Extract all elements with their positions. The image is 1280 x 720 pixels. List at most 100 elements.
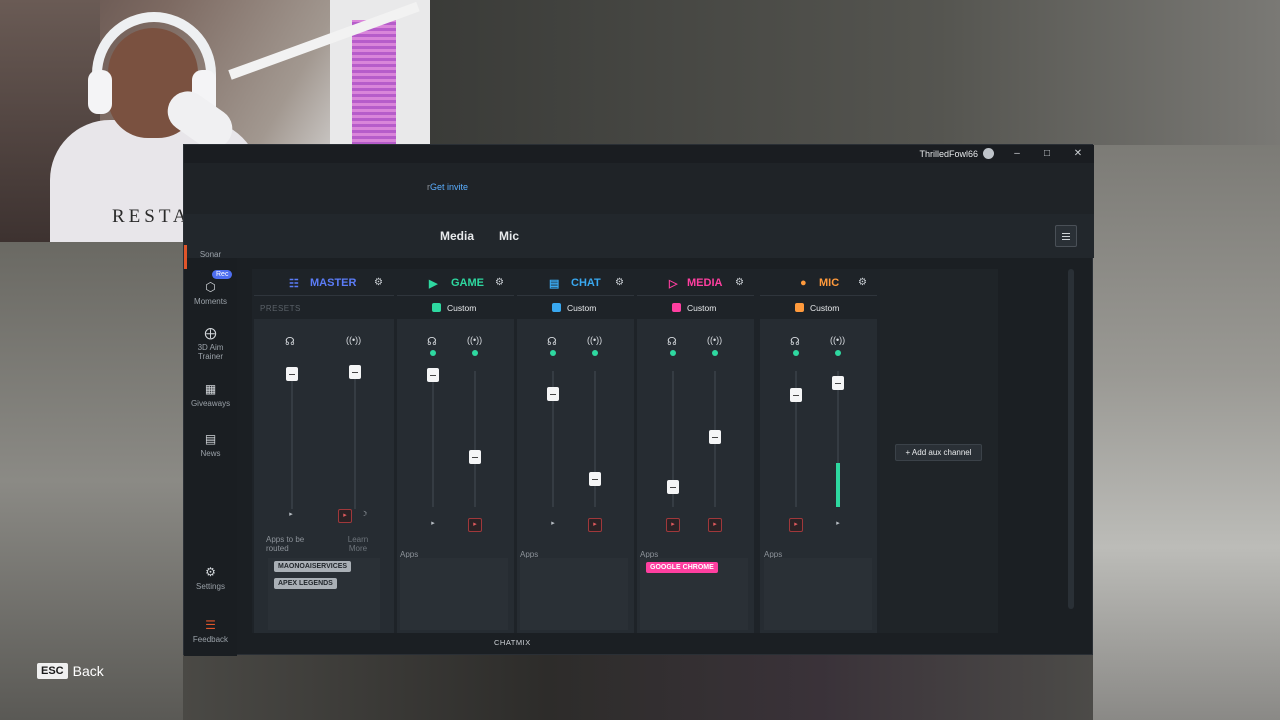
monitor-volume-slider[interactable] <box>667 480 679 494</box>
slider-track <box>432 371 434 507</box>
sidebar-item-news[interactable]: ▤ News <box>184 432 237 458</box>
stream-broadcast-icon: ((•)) <box>830 335 846 345</box>
app-chip-google-chrome[interactable]: GOOGLE CHROME <box>646 562 718 573</box>
ear-icon[interactable]: ☽ <box>357 509 371 523</box>
gift-icon: ▦ <box>204 382 217 396</box>
scrollbar[interactable] <box>1068 269 1074 609</box>
chatmix-label: CHATMIX <box>494 638 531 647</box>
channel-preset-row[interactable]: Custom <box>517 295 634 319</box>
sidebar-item-moments[interactable]: ⬡ Moments <box>184 280 237 306</box>
headphones-icon: ☊ <box>427 336 437 348</box>
channel-preset-row[interactable]: Custom <box>637 295 754 319</box>
esc-key: ESC <box>37 663 68 679</box>
presets-caption: PRESETS <box>260 304 301 313</box>
tab-media[interactable]: Media <box>440 229 474 243</box>
preset-icon <box>795 303 804 312</box>
slider-track <box>291 369 293 509</box>
maximize-icon[interactable]: □ <box>1040 147 1054 161</box>
background-left <box>0 242 183 720</box>
sidebar-item-label: Giveaways <box>190 399 231 408</box>
app-chip-apex-legends[interactable]: APEX LEGENDS <box>274 578 337 589</box>
channel-master: ☷ MASTER ⚙ PRESETS ☊ ((•)) ▸ ▸ ☽ Apps to… <box>254 269 394 633</box>
preset-label: Custom <box>567 303 597 313</box>
sidebar-item-sonar[interactable]: Sonar <box>184 250 237 259</box>
username[interactable]: ThrilledFowl66 <box>919 149 978 159</box>
menu-line <box>1062 235 1070 237</box>
app-chip-maonoaiservices[interactable]: MAONOAISERVICES <box>274 561 352 572</box>
channel-header: ☷ MASTER ⚙ <box>254 269 394 295</box>
channel-header: ▤ CHAT ⚙ <box>517 269 634 295</box>
mute-button[interactable]: ▸ <box>708 518 722 532</box>
rec-badge: Rec <box>212 270 233 279</box>
close-icon[interactable]: ✕ <box>1071 147 1085 161</box>
stream-volume-slider[interactable] <box>469 450 481 464</box>
speaker-icon[interactable]: ▸ <box>284 509 298 523</box>
back-label: Back <box>72 663 104 679</box>
stream-volume-slider[interactable] <box>709 430 721 444</box>
sidebar-item-settings[interactable]: ⚙ Settings <box>184 565 237 591</box>
learn-more-link[interactable]: Learn More <box>343 535 373 553</box>
headphones-icon: ☊ <box>547 336 557 348</box>
speaker-icon[interactable]: ▸ <box>426 518 440 532</box>
minimize-icon[interactable]: – <box>1010 147 1024 161</box>
stream-volume-slider[interactable] <box>832 376 844 390</box>
slider-track <box>474 371 476 507</box>
preset-icon <box>432 303 441 312</box>
mute-button[interactable]: ▸ <box>338 509 352 523</box>
feedback-icon: ☰ <box>205 618 216 632</box>
nav-bar <box>184 214 1094 258</box>
channel-preset-row[interactable]: Custom <box>397 295 514 319</box>
chat-apps-box <box>520 558 628 630</box>
channel-title: GAME <box>451 277 484 289</box>
monitor-volume-slider[interactable] <box>790 388 802 402</box>
status-dot <box>472 350 478 356</box>
speaker-icon[interactable]: ▸ <box>831 518 845 532</box>
gear-icon[interactable]: ⚙ <box>735 277 744 288</box>
stream-volume-slider[interactable] <box>349 365 361 379</box>
channel-header: ▶ GAME ⚙ <box>397 269 514 295</box>
tab-mic[interactable]: Mic <box>499 229 519 243</box>
preset-label: Custom <box>447 303 477 313</box>
mute-button[interactable]: ▸ <box>789 518 803 532</box>
gear-icon[interactable]: ⚙ <box>495 277 504 288</box>
preset-label: Custom <box>687 303 717 313</box>
channel-title: MEDIA <box>687 277 723 289</box>
headphones-icon: ☊ <box>285 336 295 348</box>
sidebar-item-label: Sonar <box>199 250 222 259</box>
back-button[interactable]: ESC Back <box>37 663 104 679</box>
webcam-headphone-cup <box>88 70 112 114</box>
menu-button[interactable] <box>1055 225 1077 247</box>
mute-button[interactable]: ▸ <box>468 518 482 532</box>
gear-icon[interactable]: ⚙ <box>374 277 383 288</box>
mute-button[interactable]: ▸ <box>666 518 680 532</box>
monitor-volume-slider[interactable] <box>547 387 559 401</box>
preset-icon <box>672 303 681 312</box>
get-invite-link[interactable]: Get invite <box>430 182 468 192</box>
avatar[interactable] <box>983 148 994 159</box>
sidebar-item-label: Settings <box>196 582 225 591</box>
add-aux-channel-button[interactable]: + Add aux channel <box>895 444 982 461</box>
sidebar-item-aim-trainer[interactable]: ⨁ 3D Aim Trainer <box>184 326 237 361</box>
stream-volume-slider[interactable] <box>589 472 601 486</box>
sidebar-item-giveaways[interactable]: ▦ Giveaways <box>184 382 237 408</box>
status-dot <box>430 350 436 356</box>
speaker-icon[interactable]: ▸ <box>546 518 560 532</box>
monitor-volume-slider[interactable] <box>427 368 439 382</box>
mic-apps-box <box>764 558 872 630</box>
news-icon: ▤ <box>204 432 217 446</box>
monitor-volume-slider[interactable] <box>286 367 298 381</box>
user-area[interactable]: ThrilledFowl66 <box>919 148 994 159</box>
gear-icon: ⚙ <box>205 565 216 579</box>
status-dot <box>592 350 598 356</box>
sidebar-item-feedback[interactable]: ☰ Feedback <box>184 618 237 644</box>
channel-preset-row[interactable]: Custom <box>760 295 877 319</box>
sub-bar <box>184 163 1094 214</box>
status-dot <box>712 350 718 356</box>
gear-icon[interactable]: ⚙ <box>615 277 624 288</box>
headphones-icon: ☊ <box>790 336 800 348</box>
gear-icon[interactable]: ⚙ <box>858 277 867 288</box>
mute-button[interactable]: ▸ <box>588 518 602 532</box>
master-sliders-icon: ☷ <box>289 278 299 290</box>
chat-bubble-icon: ▤ <box>549 278 560 290</box>
stream-broadcast-icon: ((•)) <box>346 335 362 345</box>
